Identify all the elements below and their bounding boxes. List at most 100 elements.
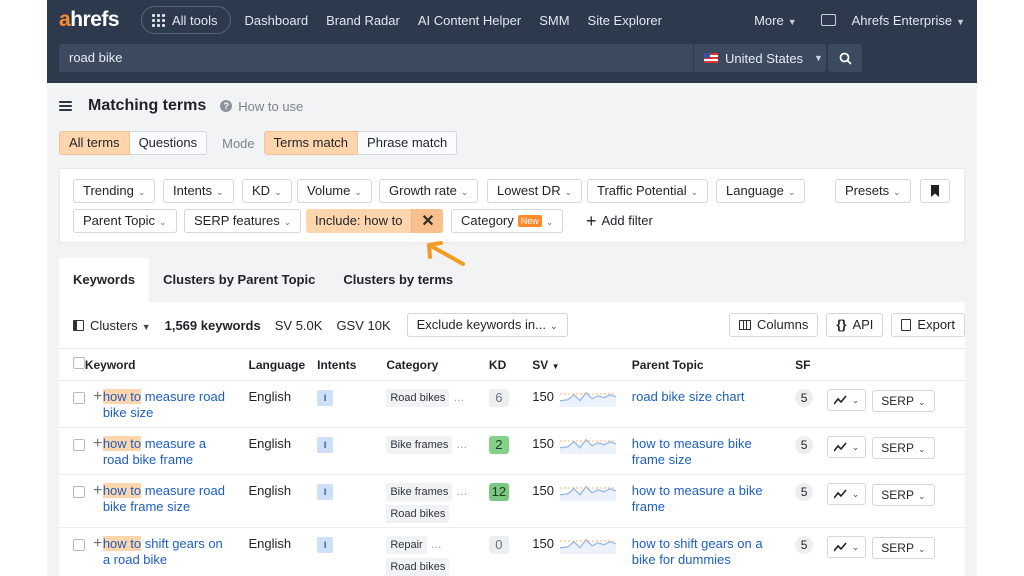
add-filter-button[interactable]: + Add filter	[586, 209, 653, 233]
how-to-use-link[interactable]: How to use	[238, 99, 303, 114]
more-categories-icon[interactable]: …	[431, 539, 442, 551]
row-checkbox[interactable]	[73, 539, 85, 551]
add-to-list-icon[interactable]: +	[93, 535, 102, 552]
row-checkbox[interactable]	[73, 439, 85, 451]
keyword-link[interactable]: how to shift gears on a road bike	[102, 536, 231, 568]
column-header-language[interactable]: Language	[248, 348, 318, 381]
keyword-link[interactable]: how to measure road bike size	[102, 389, 231, 421]
filter-trending[interactable]: Trending ⌄	[73, 179, 156, 203]
ahrefs-logo[interactable]: ahrefs	[59, 8, 141, 32]
keyword-link[interactable]: how to measure a road bike frame	[102, 436, 231, 468]
tab-keywords[interactable]: Keywords	[59, 258, 150, 302]
parent-topic-link[interactable]: how to shift gears on a bike for dummies	[632, 536, 772, 568]
table-row[interactable]: + how to measure a road bike frame English…	[59, 427, 965, 475]
filter-growth-rate[interactable]: Growth rate ⌄	[379, 179, 479, 203]
trend-dropdown[interactable]: ⌄	[826, 483, 867, 505]
filter-parent-topic[interactable]: Parent Topic ⌄	[73, 209, 177, 233]
parent-topic-link[interactable]: how to measure a bike frame	[632, 483, 772, 515]
nav-link-dashboard[interactable]: Dashboard	[245, 13, 309, 28]
country-select[interactable]: United States ▼	[694, 44, 826, 72]
include-filter-pill[interactable]: Include: how to ✕	[306, 209, 444, 233]
column-header-sf[interactable]: SF	[795, 348, 827, 381]
chevron-down-icon: ⌄	[354, 187, 362, 197]
column-header-parent-topic[interactable]: Parent Topic	[631, 348, 796, 381]
category-tag[interactable]: Bike frames	[386, 483, 453, 501]
trend-dropdown[interactable]: ⌄	[826, 436, 867, 458]
exclude-keywords-dropdown[interactable]: Exclude keywords in... ⌄	[406, 313, 568, 337]
serp-dropdown[interactable]: SERP ⌄	[872, 537, 935, 559]
more-menu[interactable]: More ▼	[754, 13, 797, 28]
category-tag[interactable]: Road bikes	[386, 505, 450, 523]
serp-dropdown[interactable]: SERP ⌄	[872, 484, 935, 506]
serp-features-count[interactable]: 5	[795, 389, 814, 407]
serp-features-count[interactable]: 5	[795, 536, 814, 554]
tab-clusters-by-parent-topic[interactable]: Clusters by Parent Topic	[149, 258, 329, 302]
table-row[interactable]: + how to measure road bike frame size Engl…	[59, 474, 965, 528]
menu-icon[interactable]	[59, 99, 72, 113]
add-to-list-icon[interactable]: +	[93, 482, 102, 499]
keyword-search-input[interactable]: road bike	[59, 44, 693, 72]
row-checkbox[interactable]	[73, 486, 85, 498]
add-to-list-icon[interactable]: +	[93, 435, 102, 452]
filter-language[interactable]: Language ⌄	[716, 179, 806, 203]
close-icon[interactable]: ✕	[411, 209, 444, 233]
include-filter-label[interactable]: Include: how to	[306, 209, 412, 233]
category-tag[interactable]: Repair	[386, 536, 427, 554]
serp-features-count[interactable]: 5	[795, 436, 814, 454]
filter-serp-features[interactable]: SERP features ⌄	[184, 209, 302, 233]
filter-volume[interactable]: Volume ⌄	[297, 179, 372, 203]
filter-lowest-dr[interactable]: Lowest DR ⌄	[487, 179, 583, 203]
parent-topic-link[interactable]: how to measure bike frame size	[632, 436, 772, 468]
api-button[interactable]: {} API	[826, 313, 884, 337]
trend-dropdown[interactable]: ⌄	[826, 536, 867, 558]
category-tag[interactable]: Bike frames	[386, 436, 453, 454]
parent-topic-link[interactable]: road bike size chart	[632, 389, 772, 405]
keyword-link[interactable]: how to measure road bike frame size	[102, 483, 231, 515]
columns-button[interactable]: Columns	[729, 313, 819, 337]
serp-dropdown[interactable]: SERP ⌄	[872, 437, 935, 459]
bookmark-button[interactable]	[920, 179, 950, 203]
help-icon[interactable]: ?	[220, 100, 233, 112]
column-header-category[interactable]: Category	[386, 348, 489, 381]
table-row[interactable]: + how to measure road bike size English I Ro…	[59, 380, 965, 428]
more-categories-icon[interactable]: …	[453, 392, 464, 404]
column-header-intents[interactable]: Intents	[317, 348, 387, 381]
export-button[interactable]: Export	[891, 313, 965, 337]
serp-dropdown[interactable]: SERP ⌄	[872, 390, 935, 412]
filter-kd[interactable]: KD ⌄	[242, 179, 292, 203]
column-header-kd[interactable]: KD	[488, 348, 533, 381]
filter-intents[interactable]: Intents ⌄	[163, 179, 234, 203]
nav-link-brand-radar[interactable]: Brand Radar	[326, 13, 400, 28]
search-button[interactable]	[828, 44, 862, 72]
account-menu[interactable]: Ahrefs Enterprise ▼	[852, 13, 965, 28]
more-categories-icon[interactable]: …	[456, 439, 467, 451]
all-tools-button[interactable]: All tools	[141, 6, 231, 34]
tab-questions[interactable]: Questions	[129, 131, 208, 155]
phrase-match-toggle[interactable]: Phrase match	[358, 131, 458, 155]
row-checkbox[interactable]	[73, 392, 85, 404]
trend-dropdown[interactable]: ⌄	[826, 389, 867, 411]
terms-match-toggle[interactable]: Terms match	[263, 131, 359, 155]
filter-traffic-potential[interactable]: Traffic Potential ⌄	[587, 179, 709, 203]
monitor-icon[interactable]	[820, 14, 836, 26]
nav-link-site-explorer[interactable]: Site Explorer	[588, 13, 662, 28]
category-tag[interactable]: Road bikes	[386, 558, 450, 576]
filter-category[interactable]: Category New ⌄	[451, 209, 564, 233]
segment-controls: All terms Questions Mode Terms match Phr…	[59, 131, 458, 155]
more-categories-icon[interactable]: …	[456, 486, 467, 498]
nav-link-ai-content-helper[interactable]: AI Content Helper	[418, 13, 521, 28]
presets-button[interactable]: Presets ⌄	[835, 179, 911, 203]
add-to-list-icon[interactable]: +	[93, 388, 102, 405]
column-header-keyword[interactable]: Keyword	[84, 348, 225, 381]
tab-all-terms[interactable]: All terms	[59, 131, 130, 155]
column-header-sv[interactable]: SV ▼	[532, 348, 632, 381]
chevron-down-icon: ⌄	[917, 397, 926, 407]
clusters-dropdown[interactable]: Clusters ▼	[90, 318, 151, 333]
tab-clusters-by-terms[interactable]: Clusters by terms	[329, 258, 467, 302]
category-tag[interactable]: Road bikes	[386, 389, 450, 407]
serp-features-count[interactable]: 5	[795, 483, 814, 501]
table-row[interactable]: + how to shift gears on a road bike Englis…	[59, 527, 965, 576]
sv-value: 150	[532, 536, 554, 551]
select-all-checkbox[interactable]	[73, 357, 85, 369]
nav-link-smm[interactable]: SMM	[539, 13, 569, 28]
